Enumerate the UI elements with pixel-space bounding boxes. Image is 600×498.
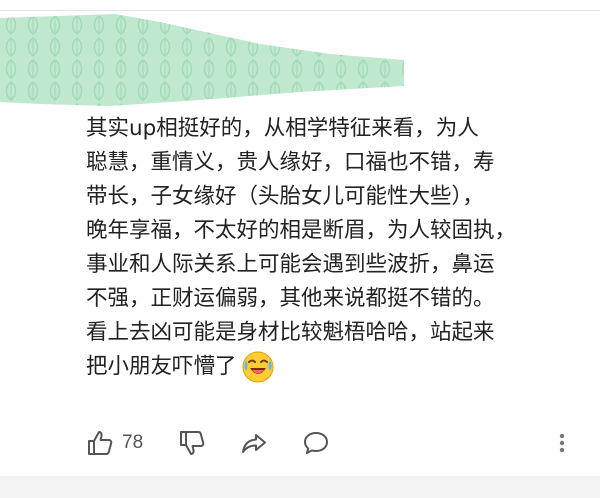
more-button[interactable] (556, 420, 568, 466)
laughing-crying-emoji-icon (241, 350, 275, 384)
bottom-separator (0, 476, 600, 498)
comment-last-line: 把小朋友吓懵了 (86, 350, 581, 384)
thumbs-down-icon (178, 429, 206, 457)
more-vertical-icon (556, 429, 568, 457)
comment-line: 不强，正财运偏弱，其他来说都挺不错的。 (86, 286, 495, 311)
top-divider (0, 10, 600, 11)
comment-actions: 78 (0, 420, 600, 466)
like-count: 78 (122, 432, 144, 453)
like-button[interactable]: 78 (86, 420, 143, 466)
comment-line: 晚年享福，不太好的相是断眉，为人较固执， (86, 218, 517, 243)
share-button[interactable] (240, 420, 268, 466)
comment-line: 其实up相挺好的，从相学特征来看，为人 (86, 116, 479, 141)
reply-button[interactable] (302, 420, 330, 466)
comment-body: 其实up相挺好的，从相学特征来看，为人 聪慧，重情义，贵人缘好，口福也不错，寿 … (86, 112, 581, 384)
thumbs-up-icon (86, 429, 114, 457)
comment-bubble-icon (302, 429, 330, 457)
share-arrow-icon (240, 429, 268, 457)
dislike-button[interactable] (178, 420, 206, 466)
comment-line: 把小朋友吓懵了 (86, 354, 237, 379)
comment-line: 事业和人际关系上可能会遇到些波折，鼻运 (86, 252, 495, 277)
comment-line: 看上去凶可能是身材比较魁梧哈哈，站起来 (86, 320, 495, 345)
comment-line: 带长，子女缘好（头胎女儿可能性大些）， (86, 184, 484, 209)
comment-line: 聪慧，重情义，贵人缘好，口福也不错，寿 (86, 150, 495, 175)
redaction-leaf-pattern (0, 14, 404, 106)
redacted-user-header (0, 14, 404, 106)
